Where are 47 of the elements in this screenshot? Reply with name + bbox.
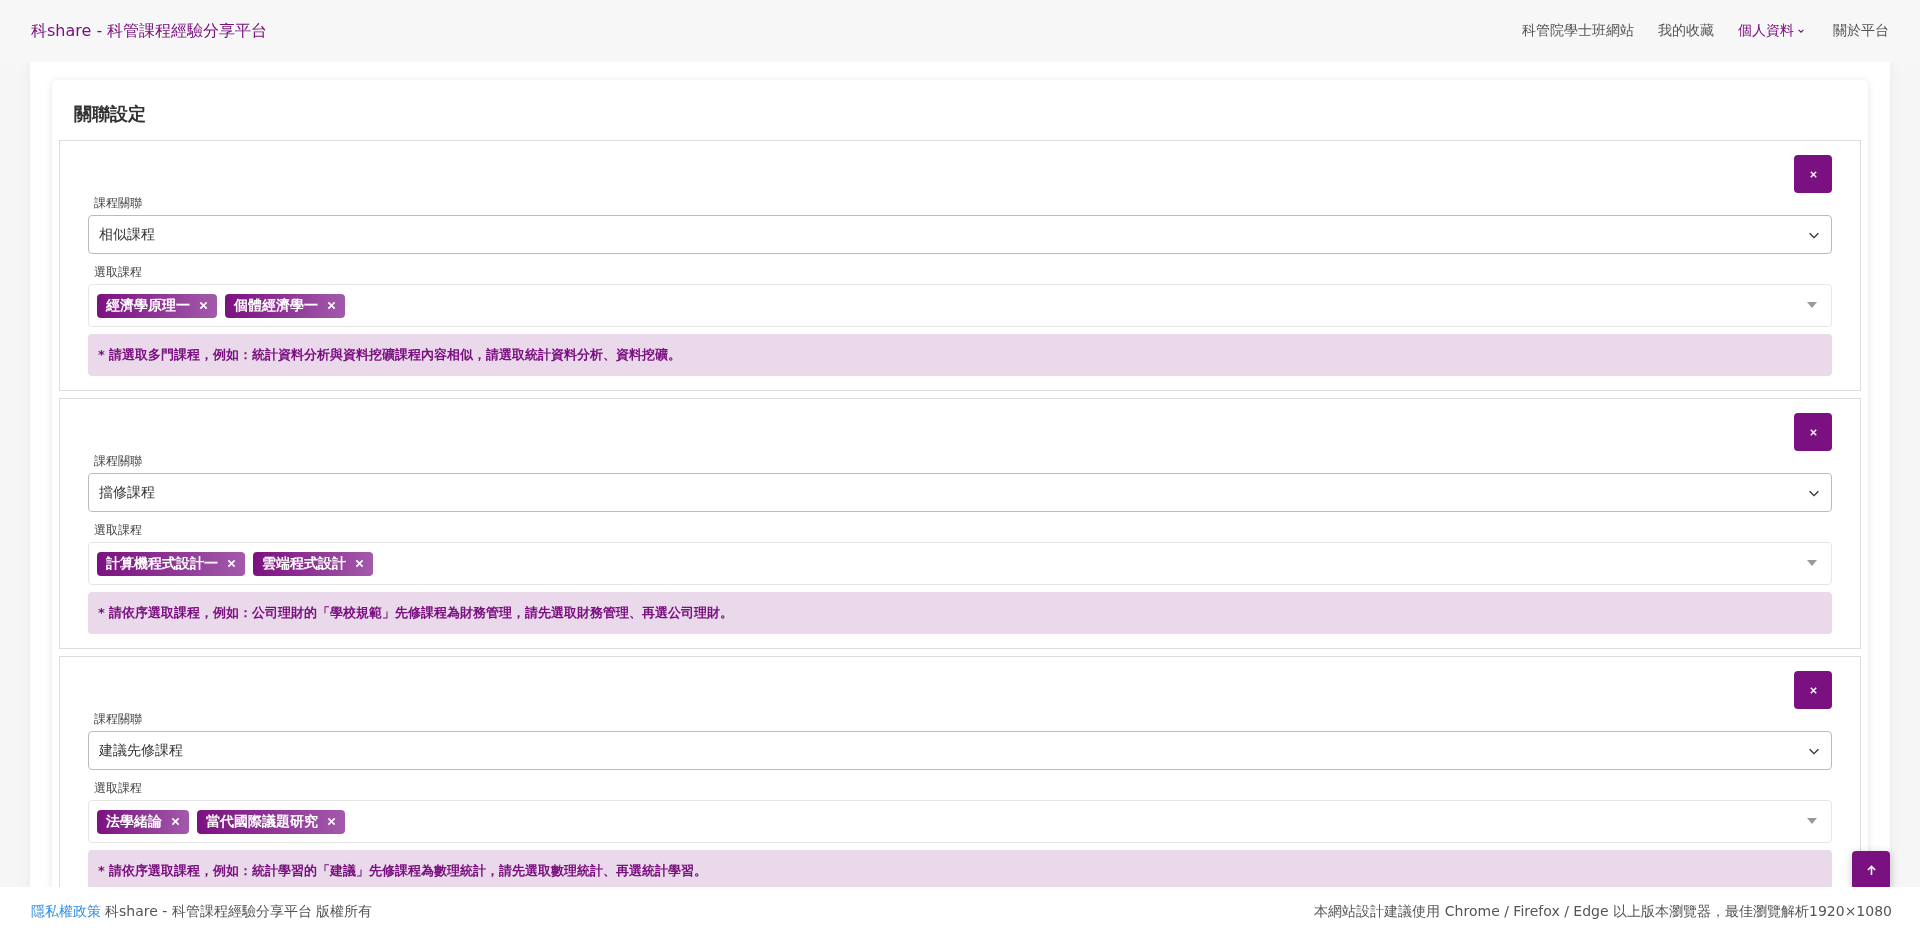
course-tag: 經濟學原理一 (97, 293, 217, 318)
close-icon (1808, 685, 1818, 695)
nav-link[interactable]: 我的收藏 (1646, 22, 1726, 40)
remove-icon[interactable] (227, 559, 236, 568)
course-multiselect[interactable]: 計算機程式設計一 雲端程式設計 (88, 542, 1832, 585)
relation-select[interactable]: 建議先修課程 (88, 731, 1832, 770)
course-tag: 當代國際議題研究 (197, 809, 345, 834)
field-label: 選取課程 (94, 780, 143, 797)
brand-link[interactable]: 科share - 科管課程經驗分享平台 (31, 20, 268, 42)
close-button[interactable] (1794, 671, 1832, 709)
arrow-up-icon (1865, 864, 1877, 876)
hint-alert: * 請依序選取課程，例如：統計學習的「建議」先修課程為數理統計，請先選取數理統計、再選統計學習。 (88, 850, 1832, 887)
course-multiselect[interactable]: 法學緒論 當代國際議題研究 (88, 800, 1832, 843)
nav-link[interactable]: 科管院學士班網站 (1510, 22, 1646, 40)
close-button[interactable] (1794, 155, 1832, 193)
caret-icon (1807, 560, 1817, 566)
remove-icon[interactable] (199, 301, 208, 310)
browser-note: 本網站設計建議使用 Chrome / Firefox / Edge 以上版本瀏覽器，最佳瀏覽解析1920×1080 (1314, 903, 1892, 921)
course-tag: 個體經濟學一 (225, 293, 345, 318)
copyright-text: 科share - 科管課程經驗分享平台 版權所有 (105, 903, 373, 921)
relation-select[interactable]: 擋修課程 (88, 473, 1832, 512)
field-label: 課程關聯 (94, 195, 143, 212)
nav-link[interactable]: 關於平台 (1817, 22, 1889, 40)
hint-alert: * 請選取多門課程，例如：統計資料分析與資料挖礦課程內容相似，請選取統計資料分析、資料挖礦。 (88, 334, 1832, 376)
scroll-top-button[interactable] (1852, 851, 1890, 887)
privacy-link[interactable]: 隱私權政策 (31, 903, 101, 921)
close-icon (1808, 169, 1818, 179)
course-tag: 法學緒論 (97, 809, 189, 834)
close-icon (1808, 427, 1818, 437)
course-tag: 雲端程式設計 (253, 551, 373, 576)
field-label: 選取課程 (94, 264, 143, 281)
relation-select[interactable]: 相似課程 (88, 215, 1832, 254)
remove-icon[interactable] (355, 559, 364, 568)
remove-icon[interactable] (327, 817, 336, 826)
caret-icon (1807, 302, 1817, 308)
course-multiselect[interactable]: 經濟學原理一 個體經濟學一 (88, 284, 1832, 327)
close-button[interactable] (1794, 413, 1832, 451)
field-label: 課程關聯 (94, 453, 143, 470)
remove-icon[interactable] (327, 301, 336, 310)
nav-link[interactable]: 個人資料 (1726, 22, 1817, 40)
card-title: 關聯設定 (73, 102, 147, 126)
field-label: 選取課程 (94, 522, 143, 539)
caret-icon (1807, 818, 1817, 824)
course-tag: 計算機程式設計一 (97, 551, 245, 576)
field-label: 課程關聯 (94, 711, 143, 728)
hint-alert: * 請依序選取課程，例如：公司理財的「學校規範」先修課程為財務管理，請先選取財務管理、再選公司理財。 (88, 592, 1832, 634)
remove-icon[interactable] (171, 817, 180, 826)
